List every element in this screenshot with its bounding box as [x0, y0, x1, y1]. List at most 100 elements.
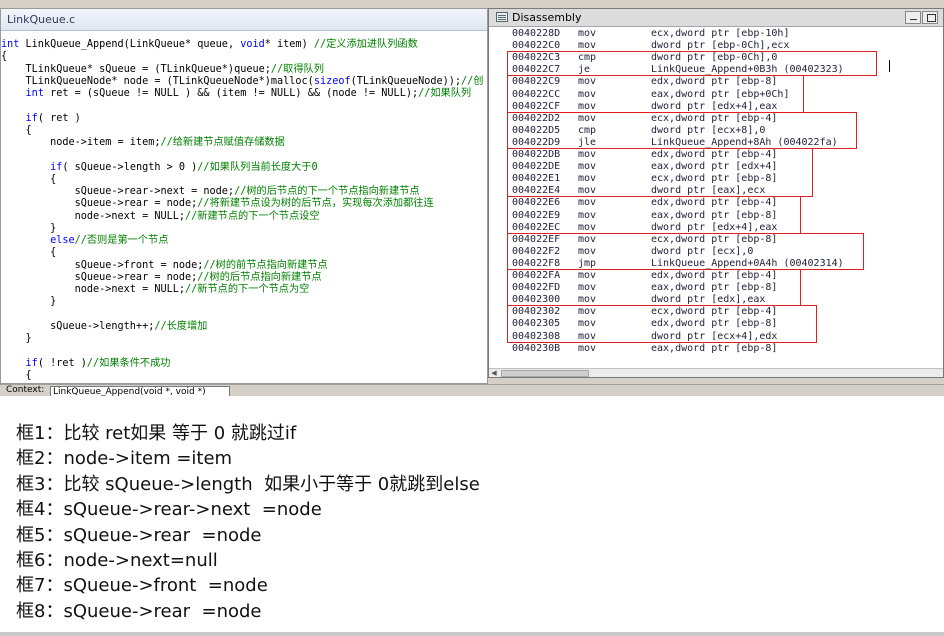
instruction-opcode: mov [578, 40, 597, 52]
instruction-operands: eax,dword ptr [edx+4] [651, 161, 778, 173]
disassembly-row[interactable]: 00402302 mov ecx,dword ptr [ebp-4] [489, 306, 943, 318]
note-line: 框4：sQueue->rear->next =node [16, 499, 322, 521]
disassembly-row[interactable]: 004022EF mov ecx,dword ptr [ebp-8] [489, 234, 943, 246]
instruction-opcode: mov [578, 112, 597, 124]
minimize-button[interactable] [905, 11, 921, 24]
code-text: { [1, 369, 32, 381]
disassembly-row[interactable]: 00402300 mov dword ptr [edx],eax [489, 294, 943, 306]
instruction-opcode: mov [578, 197, 597, 209]
instruction-operands: dword ptr [ebp-0Ch],ecx [651, 40, 790, 52]
context-dropdown[interactable]: LinkQueue_Append(void *, void *) [50, 386, 230, 396]
disassembly-window: Disassembly 0040228D mov ecx,dword ptr [eb… [488, 8, 944, 378]
disassembly-row[interactable]: 004022E9 mov eax,dword ptr [ebp-8] [489, 209, 943, 222]
code-line: TLinkQueueNode* node = (TLinkQueueNode*)… [1, 75, 487, 88]
disassembly-row[interactable]: 004022C9 mov edx,dword ptr [ebp-8] [489, 76, 943, 88]
instruction-opcode: jle [578, 136, 597, 148]
disassembly-row[interactable]: 0040230B mov eax,dword ptr [ebp-8] [489, 342, 943, 355]
instruction-address: 004022D5 [512, 124, 561, 136]
code-text: node->item = item; [1, 137, 161, 148]
code-text: ret = (sQueue != NULL ) && (item != NULL… [43, 88, 419, 99]
horizontal-scrollbar[interactable]: ◀ [489, 368, 943, 377]
instruction-address: 004022EC [512, 221, 561, 233]
instruction-operands: dword ptr [ebp-0Ch],0 [651, 52, 778, 64]
code-line: node->item = item;//给新建节点赋值存储数据 [1, 137, 487, 149]
disassembly-row[interactable]: 004022EC mov dword ptr [edx+4],eax [489, 221, 943, 234]
instruction-operands: edx,dword ptr [ebp-8] [651, 318, 778, 330]
code-comment: //否则是第一个节点 [74, 235, 169, 246]
code-text: } [1, 296, 57, 308]
instruction-operands: eax,dword ptr [ebp-8] [651, 209, 778, 221]
disassembly-row[interactable]: 004022DB mov edx,dword ptr [ebp-4] [489, 149, 943, 161]
source-code-area[interactable]: int LinkQueue_Append(LinkQueue* queue, v… [1, 39, 487, 382]
instruction-opcode: mov [578, 294, 597, 306]
instruction-opcode: mov [578, 245, 597, 257]
disassembly-row[interactable]: 004022C7 je LinkQueue_Append+0B3h (0040232… [489, 64, 943, 76]
disassembly-row[interactable]: 0040228D mov ecx,dword ptr [ebp-10h] [489, 28, 943, 40]
code-keyword: else [50, 235, 75, 246]
code-text: } [1, 333, 32, 344]
code-text: node->next = NULL; [1, 210, 186, 222]
code-text: LinkQueue_Append(LinkQueue* queue, [19, 39, 241, 50]
code-text: } [1, 222, 57, 234]
disassembly-listing[interactable]: 0040228D mov ecx,dword ptr [ebp-10h] 004022… [489, 28, 943, 368]
bottom-divider [0, 632, 944, 636]
instruction-operands: dword ptr [ecx],0 [651, 245, 754, 257]
instruction-opcode: cmp [578, 124, 597, 136]
disassembly-row[interactable]: 004022FD mov eax,dword ptr [ebp-8] [489, 282, 943, 294]
disassembly-row[interactable]: 004022F8 jmp LinkQueue_Append+0A4h (004023… [489, 258, 943, 270]
instruction-address: 004022E6 [512, 197, 561, 209]
instruction-operands: edx,dword ptr [ebp-4] [651, 197, 778, 209]
instruction-opcode: mov [578, 173, 597, 185]
disassembly-row[interactable]: 004022D5 cmp dword ptr [ecx+8],0 [489, 124, 943, 137]
disassembly-row[interactable]: 004022CC mov eax,dword ptr [ebp+0Ch] [489, 89, 943, 101]
code-keyword: int [25, 88, 44, 99]
code-line: if( !ret )//如果条件不成功 [1, 357, 487, 370]
instruction-address: 004022FA [512, 270, 561, 281]
note-line: 框2：node->item =item [16, 448, 233, 470]
code-line: } [1, 333, 487, 345]
disassembly-row[interactable]: 004022E4 mov dword ptr [eax],ecx [489, 185, 943, 197]
disassembly-row[interactable]: 004022D9 jle LinkQueue_Append+8Ah (004022f… [489, 136, 943, 149]
code-line: { [1, 247, 487, 259]
disassembly-title: Disassembly [512, 11, 582, 24]
instruction-operands: eax,dword ptr [ebp-8] [651, 282, 778, 294]
code-text: (TLinkQueueNode)); [350, 75, 462, 87]
instruction-address: 004022E4 [512, 185, 561, 197]
code-keyword: void [240, 39, 265, 50]
disassembly-row[interactable]: 004022FA mov edx,dword ptr [ebp-4] [489, 270, 943, 282]
code-comment: //将新建节点设为树的后节点，实现每次添加都往连 [197, 198, 434, 210]
disassembly-row[interactable]: 00402308 mov dword ptr [ecx+4],edx [489, 330, 943, 343]
code-text: sQueue->length++; [1, 320, 155, 332]
maximize-button[interactable] [922, 11, 938, 24]
disassembly-row[interactable]: 004022E1 mov ecx,dword ptr [ebp-8] [489, 173, 943, 185]
instruction-opcode: mov [578, 76, 597, 88]
instruction-address: 004022E9 [512, 209, 561, 221]
code-line: sQueue->length++;//长度增加 [1, 320, 487, 333]
disassembly-row[interactable]: 004022D2 mov ecx,dword ptr [ebp-4] [489, 112, 943, 125]
disassembly-row[interactable]: 004022DE mov eax,dword ptr [edx+4] [489, 161, 943, 173]
scroll-left-arrow-icon[interactable]: ◀ [489, 369, 499, 377]
disassembly-row[interactable]: 004022F2 mov dword ptr [ecx],0 [489, 245, 943, 258]
source-tab-title[interactable]: LinkQueue.c [1, 9, 487, 31]
instruction-opcode: cmp [578, 52, 597, 64]
instruction-operands: ecx,dword ptr [ebp-10h] [651, 28, 790, 39]
disassembly-row[interactable]: 004022C0 mov dword ptr [ebp-0Ch],ecx [489, 40, 943, 52]
note-line: 框1：比较 ret如果 等于 0 就跳过if [16, 423, 297, 444]
code-text: TLinkQueueNode* node = (TLinkQueueNode*)… [1, 75, 314, 87]
scrollbar-thumb[interactable] [501, 370, 589, 377]
instruction-operands: eax,dword ptr [ebp-8] [651, 342, 778, 354]
instruction-address: 004022C0 [512, 40, 561, 52]
code-line: sQueue->rear->next = node;//树的后节点的下一个节点指… [1, 186, 487, 198]
code-line: if( sQueue->length > 0 )//如果队列当前长度大于0 [1, 161, 487, 174]
instruction-operands: dword ptr [ecx+4],edx [651, 330, 778, 342]
disassembly-row[interactable]: 004022C3 cmp dword ptr [ebp-0Ch],0 [489, 52, 943, 64]
disassembly-row[interactable]: 004022E6 mov edx,dword ptr [ebp-4] [489, 197, 943, 209]
code-comment: //如果队列当前长度大于0 [197, 161, 318, 173]
instruction-operands: dword ptr [edx+4],eax [651, 221, 778, 233]
instruction-address: 004022CF [512, 100, 561, 112]
code-keyword: if [25, 357, 38, 369]
disassembly-row[interactable]: 004022CF mov dword ptr [edx+4],eax [489, 100, 943, 113]
code-line: } [1, 296, 487, 308]
disassembly-row[interactable]: 00402305 mov edx,dword ptr [ebp-8] [489, 318, 943, 330]
